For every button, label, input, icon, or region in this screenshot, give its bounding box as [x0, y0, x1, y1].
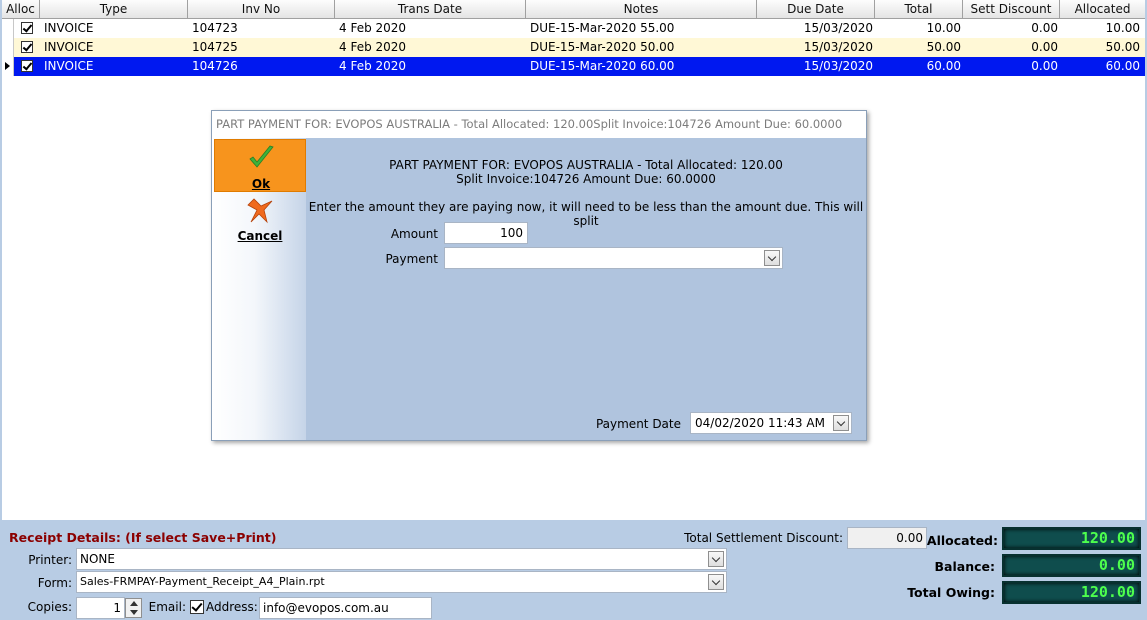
cell-trans-date: 4 Feb 2020 [339, 59, 407, 73]
allocated-display: 120.00 [1002, 527, 1141, 550]
printer-value: NONE [80, 552, 115, 566]
dialog-instruction: Enter the amount they are paying now, it… [308, 200, 864, 228]
col-header-type[interactable]: Type [40, 0, 188, 19]
cell-sett-discount: 0.00 [1031, 21, 1058, 35]
row-pointer-icon [5, 62, 10, 70]
cell-sett-discount: 0.00 [1031, 59, 1058, 73]
copies-label: Copies: [27, 600, 72, 614]
cell-trans-date: 4 Feb 2020 [339, 21, 407, 35]
grid-header: Alloc Type Inv No Trans Date Notes Due D… [2, 0, 1145, 19]
col-header-total[interactable]: Total [875, 0, 963, 19]
table-row[interactable]: INVOICE 104725 4 Feb 2020 DUE-15-Mar-202… [2, 38, 1145, 57]
spin-up-icon[interactable] [130, 601, 138, 606]
col-header-inv-no[interactable]: Inv No [188, 0, 335, 19]
cell-allocated: 50.00 [1105, 40, 1140, 54]
cell-total: 60.00 [926, 59, 961, 73]
amount-input[interactable]: 100 [444, 222, 528, 244]
cell-type: INVOICE [44, 40, 94, 54]
row-indicator[interactable] [2, 57, 14, 76]
total-owing-display: 120.00 [1002, 581, 1141, 604]
copies-spinner[interactable] [125, 598, 142, 618]
alloc-checkbox[interactable] [21, 60, 33, 72]
table-row[interactable]: INVOICE 104723 4 Feb 2020 DUE-15-Mar-202… [2, 19, 1145, 38]
cell-type: INVOICE [44, 21, 94, 35]
col-header-alloc[interactable]: Alloc [2, 0, 40, 19]
payment-date-label: Payment Date [595, 417, 681, 431]
cell-total: 50.00 [926, 40, 961, 54]
cell-inv-no: 104726 [192, 59, 238, 73]
payment-select[interactable] [444, 247, 783, 269]
dialog-title: PART PAYMENT FOR: EVOPOS AUSTRALIA - Tot… [212, 111, 866, 138]
chevron-down-icon[interactable] [764, 250, 780, 266]
payment-label: Payment [385, 252, 438, 266]
alloc-checkbox[interactable] [21, 22, 33, 34]
payment-date-value: 04/02/2020 11:43 AM [695, 416, 825, 430]
col-header-notes[interactable]: Notes [526, 0, 757, 19]
receipt-details-title: Receipt Details: (If select Save+Print) [9, 530, 277, 545]
dialog-heading-line2: Split Invoice:104726 Amount Due: 60.0000 [456, 172, 716, 186]
cell-due-date: 15/03/2020 [803, 59, 873, 73]
cell-allocated: 10.00 [1105, 21, 1140, 35]
form-label: Form: [37, 576, 72, 590]
address-label: Address: [206, 600, 258, 614]
col-header-trans-date[interactable]: Trans Date [335, 0, 526, 19]
cancel-button-label: Cancel [237, 229, 283, 243]
row-indicator[interactable] [2, 19, 14, 38]
email-label: Email: [148, 600, 186, 614]
ok-button-label: Ok [251, 177, 271, 191]
cell-due-date: 15/03/2020 [803, 21, 873, 35]
total-owing-label: Total Owing: [907, 585, 995, 600]
email-address-input[interactable]: info@evopos.com.au [259, 597, 432, 619]
dialog-button-bar: Ok Cancel [212, 138, 306, 440]
cell-sett-discount: 0.00 [1031, 40, 1058, 54]
green-checkmark-icon [249, 145, 274, 168]
balance-display: 0.00 [1002, 554, 1141, 577]
col-header-sett-discount[interactable]: Sett Discount [963, 0, 1060, 19]
email-checkbox[interactable] [190, 600, 204, 614]
cell-inv-no: 104725 [192, 40, 238, 54]
chevron-down-icon[interactable] [833, 415, 849, 431]
cell-trans-date: 4 Feb 2020 [339, 40, 407, 54]
col-header-allocated[interactable]: Allocated [1060, 0, 1145, 19]
cell-notes: DUE-15-Mar-2020 60.00 [530, 59, 675, 73]
cell-allocated: 60.00 [1105, 59, 1140, 73]
orange-cancel-arrow-icon [247, 198, 273, 224]
copies-input[interactable]: 1 [76, 597, 125, 619]
spin-down-icon[interactable] [130, 610, 138, 615]
cell-notes: DUE-15-Mar-2020 50.00 [530, 40, 675, 54]
col-header-due-date[interactable]: Due Date [757, 0, 875, 19]
receipt-panel: Receipt Details: (If select Save+Print) … [0, 520, 1147, 620]
balance-label: Balance: [934, 559, 995, 574]
form-select[interactable]: Sales-FRMPAY-Payment_Receipt_A4_Plain.rp… [76, 571, 727, 593]
cell-type: INVOICE [44, 59, 94, 73]
part-payment-dialog: PART PAYMENT FOR: EVOPOS AUSTRALIA - Tot… [211, 110, 867, 441]
amount-label: Amount [390, 227, 438, 241]
settlement-discount-label: Total Settlement Discount: [684, 531, 843, 545]
dialog-heading-line1: PART PAYMENT FOR: EVOPOS AUSTRALIA - Tot… [389, 158, 783, 172]
cell-inv-no: 104723 [192, 21, 238, 35]
table-row-selected[interactable]: INVOICE 104726 4 Feb 2020 DUE-15-Mar-202… [2, 57, 1145, 76]
chevron-down-icon[interactable] [708, 551, 724, 567]
printer-select[interactable]: NONE [76, 548, 727, 570]
form-value: Sales-FRMPAY-Payment_Receipt_A4_Plain.rp… [80, 575, 325, 588]
cell-notes: DUE-15-Mar-2020 55.00 [530, 21, 675, 35]
printer-label: Printer: [28, 553, 72, 567]
cell-total: 10.00 [926, 21, 961, 35]
chevron-down-icon[interactable] [708, 574, 724, 590]
row-indicator[interactable] [2, 38, 14, 57]
payment-date-picker[interactable]: 04/02/2020 11:43 AM [690, 412, 852, 434]
alloc-checkbox[interactable] [21, 41, 33, 53]
allocated-label: Allocated: [926, 533, 998, 548]
dialog-content: PART PAYMENT FOR: EVOPOS AUSTRALIA - Tot… [306, 138, 866, 440]
cancel-button[interactable]: Cancel [214, 194, 306, 244]
ok-button[interactable]: Ok [214, 139, 306, 192]
cell-due-date: 15/03/2020 [803, 40, 873, 54]
